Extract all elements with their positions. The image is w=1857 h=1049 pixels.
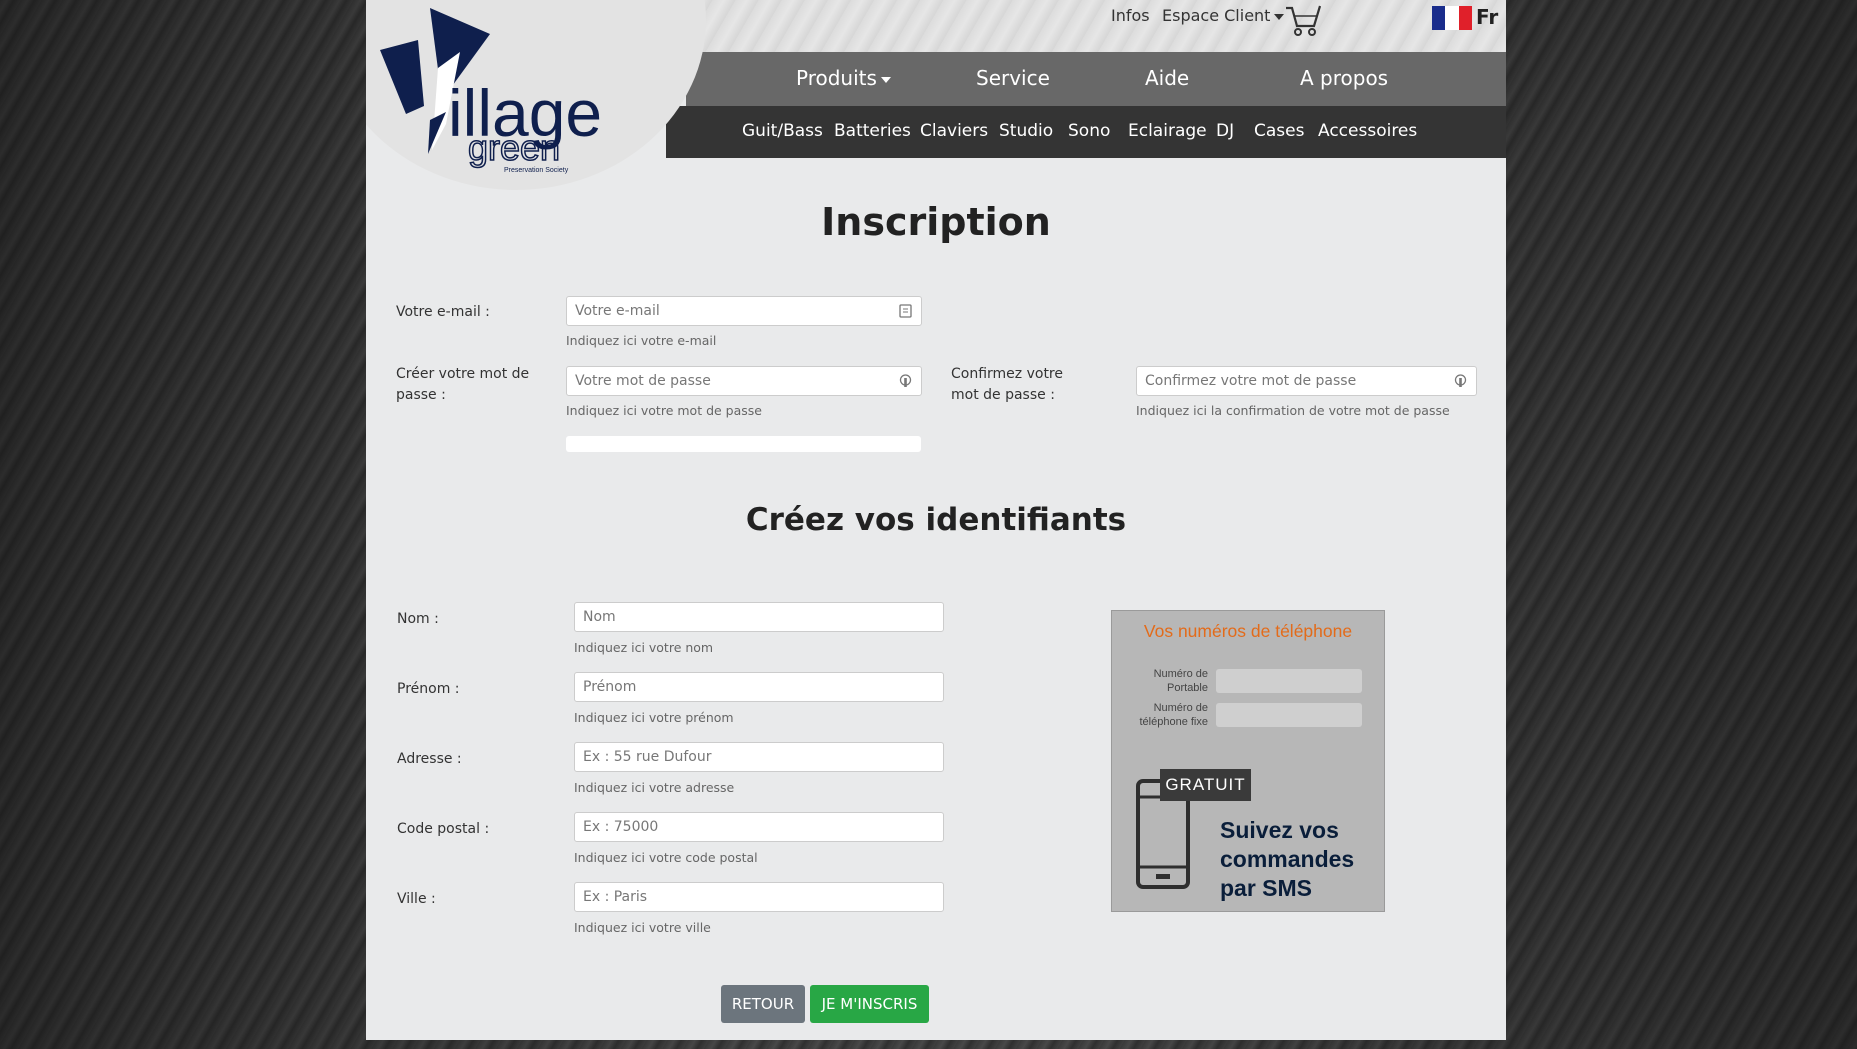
confirm-password-hint: Indiquez ici la confirmation de votre mo… [1136, 403, 1450, 418]
ville-placeholder: Ex : Paris [583, 889, 648, 905]
email-label: Votre e-mail : [396, 304, 490, 320]
language-selector[interactable]: Fr [1476, 5, 1498, 29]
adresse-hint: Indiquez ici votre adresse [574, 780, 735, 795]
main-nav: Produits Service Aide A propos [686, 52, 1506, 106]
password-strength-bar [566, 436, 921, 452]
email-hint: Indiquez ici votre e-mail [566, 333, 717, 348]
landline-number-field[interactable] [1216, 703, 1362, 727]
code-postal-placeholder: Ex : 75000 [583, 819, 659, 835]
espace-client-dropdown[interactable]: Espace Client [1162, 6, 1285, 25]
confirm-password-placeholder: Confirmez votre mot de passe [1145, 373, 1357, 389]
nom-label: Nom : [397, 611, 439, 627]
nav-sono[interactable]: Sono [1068, 121, 1110, 141]
cart-icon[interactable] [1284, 4, 1322, 38]
nav-batteries[interactable]: Batteries [834, 121, 911, 141]
password-label: Créer votre mot de passe : [396, 366, 530, 403]
sms-promo-text: Suivez vos commandes par SMS [1220, 816, 1354, 903]
landline-number-label: Numéro de téléphone fixe [1139, 702, 1209, 728]
prenom-hint: Indiquez ici votre prénom [574, 710, 734, 725]
adresse-label: Adresse : [397, 751, 462, 767]
password-placeholder: Votre mot de passe [575, 373, 711, 389]
page-title: Inscription [821, 200, 1051, 244]
adresse-placeholder: Ex : 55 rue Dufour [583, 749, 712, 765]
village-green-logo[interactable]: illage green Preservation Society [376, 4, 666, 174]
submit-button[interactable]: JE M'INSCRIS [810, 985, 929, 1023]
espace-client-label: Espace Client [1162, 6, 1271, 25]
ville-field[interactable]: Ex : Paris [574, 882, 944, 912]
nav-guit-bass[interactable]: Guit/Bass [742, 121, 823, 141]
password-field[interactable]: Votre mot de passe [566, 366, 922, 396]
confirm-password-field[interactable]: Confirmez votre mot de passe [1136, 366, 1477, 396]
code-postal-field[interactable]: Ex : 75000 [574, 812, 944, 842]
mobile-number-label: Numéro de Portable [1153, 668, 1208, 694]
ville-hint: Indiquez ici votre ville [574, 920, 711, 935]
logo-text-green: green [468, 127, 560, 168]
gratuit-badge: GRATUIT [1160, 769, 1251, 801]
adresse-field[interactable]: Ex : 55 rue Dufour [574, 742, 944, 772]
contact-card-icon [899, 304, 912, 318]
nav-eclairage[interactable]: Eclairage [1128, 121, 1207, 141]
key-icon [1454, 374, 1467, 387]
chevron-down-icon [880, 76, 891, 83]
sms-promo-panel: Vos numéros de téléphone Numéro de Porta… [1111, 610, 1385, 912]
nav-accessoires[interactable]: Accessoires [1318, 121, 1417, 141]
mobile-number-field[interactable] [1216, 669, 1362, 693]
page-container: Infos Espace Client Fr Produits Service … [366, 0, 1506, 1040]
chevron-down-icon [1274, 13, 1285, 20]
code-postal-hint: Indiquez ici votre code postal [574, 850, 758, 865]
nav-cases[interactable]: Cases [1254, 121, 1304, 141]
prenom-field[interactable]: Prénom [574, 672, 944, 702]
confirm-password-label: Confirmez votre mot de passe : [951, 366, 1063, 403]
nav-claviers[interactable]: Claviers [920, 121, 988, 141]
nom-placeholder: Nom [583, 609, 616, 625]
nav-a-propos[interactable]: A propos [1300, 66, 1388, 90]
nav-studio[interactable]: Studio [999, 121, 1053, 141]
section-title: Créez vos identifiants [745, 502, 1127, 538]
nav-produits[interactable]: Produits [796, 66, 891, 90]
nav-aide[interactable]: Aide [1145, 66, 1189, 90]
ville-label: Ville : [397, 891, 436, 907]
password-hint: Indiquez ici votre mot de passe [566, 403, 762, 418]
category-nav: Guit/Bass Batteries Claviers Studio Sono… [666, 106, 1506, 158]
back-button[interactable]: RETOUR [721, 985, 805, 1023]
nav-service[interactable]: Service [976, 66, 1050, 90]
email-field[interactable]: Votre e-mail [566, 296, 922, 326]
prenom-placeholder: Prénom [583, 679, 637, 695]
sms-panel-title: Vos numéros de téléphone [1143, 621, 1353, 641]
logo-tagline: Preservation Society [504, 167, 569, 174]
email-placeholder: Votre e-mail [575, 303, 660, 319]
promo-line-2: commandes [1220, 846, 1355, 872]
french-flag-icon[interactable] [1432, 6, 1472, 30]
code-postal-label: Code postal : [397, 821, 490, 837]
promo-line-3: par SMS [1220, 875, 1313, 901]
nom-field[interactable]: Nom [574, 602, 944, 632]
nav-produits-label: Produits [796, 66, 877, 90]
infos-link[interactable]: Infos [1111, 6, 1150, 25]
nav-dj[interactable]: DJ [1216, 121, 1234, 141]
key-icon [899, 374, 912, 387]
prenom-label: Prénom : [397, 681, 460, 697]
promo-line-1: Suivez vos [1220, 817, 1339, 843]
nom-hint: Indiquez ici votre nom [574, 640, 714, 655]
